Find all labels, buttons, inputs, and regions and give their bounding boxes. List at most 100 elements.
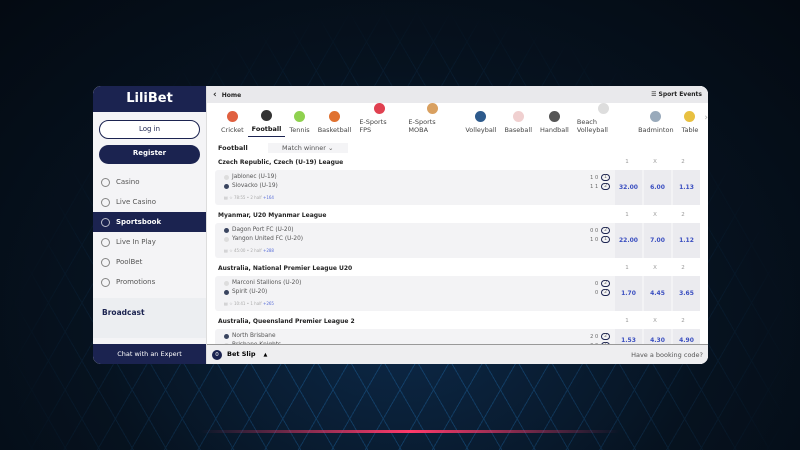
odds-button[interactable]: 32.00 <box>615 170 642 205</box>
sidebar-item-promotions[interactable]: Promotions <box>93 272 206 292</box>
column-header: 2 <box>681 318 685 324</box>
nav-icon <box>101 177 110 187</box>
odds-button[interactable]: 7.00 <box>644 223 671 258</box>
more-markets-link[interactable]: +288 <box>263 248 274 253</box>
team-icon <box>224 227 229 233</box>
tab-football[interactable]: Football <box>247 110 286 137</box>
league-header: Australia, Queensland Premier League 21X… <box>207 315 708 327</box>
away-team: Slovacko (U-19) <box>224 183 278 189</box>
market-select[interactable]: Match winner ⌄ <box>267 143 348 153</box>
home-score: 0 02 <box>590 227 610 234</box>
sidebar-item-live-casino[interactable]: Live Casino <box>93 192 206 212</box>
tab-tennis[interactable]: Tennis <box>285 111 313 137</box>
home-team: Jablonec (U-19) <box>224 174 277 180</box>
team-icon <box>224 236 229 242</box>
column-header: X <box>653 212 657 218</box>
league-header: Myanmar, U20 Myanmar League 1 X 2 <box>207 209 708 221</box>
booking-code-link[interactable]: Have a booking code? <box>631 351 703 359</box>
chevron-right-icon[interactable]: › <box>704 113 708 123</box>
away-team: Spirit (U-20) <box>224 289 267 295</box>
stats-icon[interactable]: ▤ <box>224 195 228 200</box>
tab-e-sports-fps[interactable]: E-Sports FPS <box>355 103 404 137</box>
chevron-up-icon[interactable]: ▲ <box>264 352 268 358</box>
tab-volleyball[interactable]: Volleyball <box>461 111 500 137</box>
column-header: 1 <box>625 212 629 218</box>
login-button[interactable]: Log in <box>99 120 200 139</box>
team-icon <box>224 280 229 286</box>
broadcast-heading: Broadcast <box>93 298 206 338</box>
sport-icon <box>512 111 524 122</box>
home-team: Dagon Port FC (U-20) <box>224 227 294 233</box>
match-meta: ▤ ☆ 10:41 • 1 half +265 <box>224 301 274 306</box>
column-header: 1 <box>625 265 629 271</box>
home-team: Marconi Stallions (U-20) <box>224 280 301 286</box>
away-score: 02 <box>595 289 610 296</box>
more-markets-link[interactable]: +164 <box>263 195 274 200</box>
tab-e-sports-moba[interactable]: E-Sports MOBA <box>404 103 461 137</box>
sport-icon <box>475 111 487 122</box>
odds-button[interactable]: 1.12 <box>673 223 700 258</box>
bet-slip-bar[interactable]: 0 Bet Slip ▲ Have a booking code? <box>207 344 708 364</box>
sport-icon <box>684 111 696 122</box>
sport-icon <box>650 111 662 122</box>
sidebar-item-live-in-play[interactable]: Live In Play <box>93 232 206 252</box>
star-icon[interactable]: ☆ <box>229 248 233 253</box>
odds-button[interactable]: 1.70 <box>615 276 642 311</box>
league-header: Australia, National Premier League U20 1 X… <box>207 262 708 274</box>
tab-table[interactable]: Table <box>678 111 703 137</box>
star-icon[interactable]: ☆ <box>229 195 233 200</box>
column-header: X <box>653 159 657 165</box>
sidebar-item-poolbet[interactable]: PoolBet <box>93 252 206 272</box>
odds-button[interactable]: 22.00 <box>615 223 642 258</box>
top-bar: ‹ Home ☰ Sport Events <box>207 86 708 103</box>
odds-button[interactable]: 1.13 <box>673 170 700 205</box>
tab-baseball[interactable]: Baseball <box>500 111 536 137</box>
column-header: 1 <box>625 159 629 165</box>
back-icon[interactable]: ‹ <box>213 90 217 100</box>
tab-handball[interactable]: Handball <box>536 111 573 137</box>
home-score: 02 <box>595 280 610 287</box>
odds-button[interactable]: 6.00 <box>644 170 671 205</box>
bet-slip-label[interactable]: Bet Slip <box>227 350 256 358</box>
bet-count-badge: 0 <box>212 349 222 360</box>
stats-icon[interactable]: ▤ <box>224 301 228 306</box>
tab-beach-volleyball[interactable]: Beach Volleyball <box>573 103 634 137</box>
sport-icon <box>226 111 238 122</box>
sport-events-button[interactable]: ☰ Sport Events <box>651 91 702 98</box>
sport-icon <box>329 111 340 122</box>
sidebar-item-sportsbook[interactable]: Sportsbook <box>93 212 206 232</box>
more-markets-link[interactable]: +265 <box>263 301 274 306</box>
column-header: 2 <box>681 212 685 218</box>
home-team: North Brisbane <box>224 333 276 339</box>
match-row[interactable]: Jablonec (U-19) Slovacko (U-19) ▤ ☆ 78:5… <box>215 170 700 205</box>
sport-icon <box>374 103 386 114</box>
sport-icon <box>548 111 560 122</box>
app-window: LiliBet Log in Register Casino Live Casin… <box>93 86 708 364</box>
odds-button[interactable]: 4.45 <box>644 276 671 311</box>
main-content: ‹ Home ☰ Sport Events Cricket Football Tenn… <box>207 86 708 364</box>
odds-button[interactable]: 3.65 <box>673 276 700 311</box>
sidebar-item-casino[interactable]: Casino <box>93 172 206 192</box>
team-icon <box>224 183 229 189</box>
team-icon <box>224 174 229 180</box>
register-button[interactable]: Register <box>99 145 200 164</box>
match-row[interactable]: Marconi Stallions (U-20) Spirit (U-20) ▤… <box>215 276 700 311</box>
star-icon[interactable]: ☆ <box>229 301 233 306</box>
match-row[interactable]: Dagon Port FC (U-20) Yangon United FC (U… <box>215 223 700 258</box>
sport-icon <box>294 111 306 122</box>
background-glow <box>200 430 620 433</box>
filter-row: Football Match winner ⌄ <box>207 140 708 156</box>
nav-icon <box>101 237 110 247</box>
column-header: 2 <box>681 159 685 165</box>
nav-icon <box>101 277 110 287</box>
column-header: 1 <box>625 318 629 324</box>
logo[interactable]: LiliBet <box>93 86 206 112</box>
away-score: 1 01 <box>590 236 610 243</box>
chat-expert-button[interactable]: Chat with an Expert <box>93 344 206 364</box>
tab-badminton[interactable]: Badminton <box>634 111 677 137</box>
tab-cricket[interactable]: Cricket <box>217 111 248 137</box>
tab-basketball[interactable]: Basketball <box>314 111 356 137</box>
home-link[interactable]: Home <box>222 92 241 99</box>
match-meta: ▤ ☆ 45:00 • 2 half +288 <box>224 248 274 253</box>
stats-icon[interactable]: ▤ <box>224 248 228 253</box>
